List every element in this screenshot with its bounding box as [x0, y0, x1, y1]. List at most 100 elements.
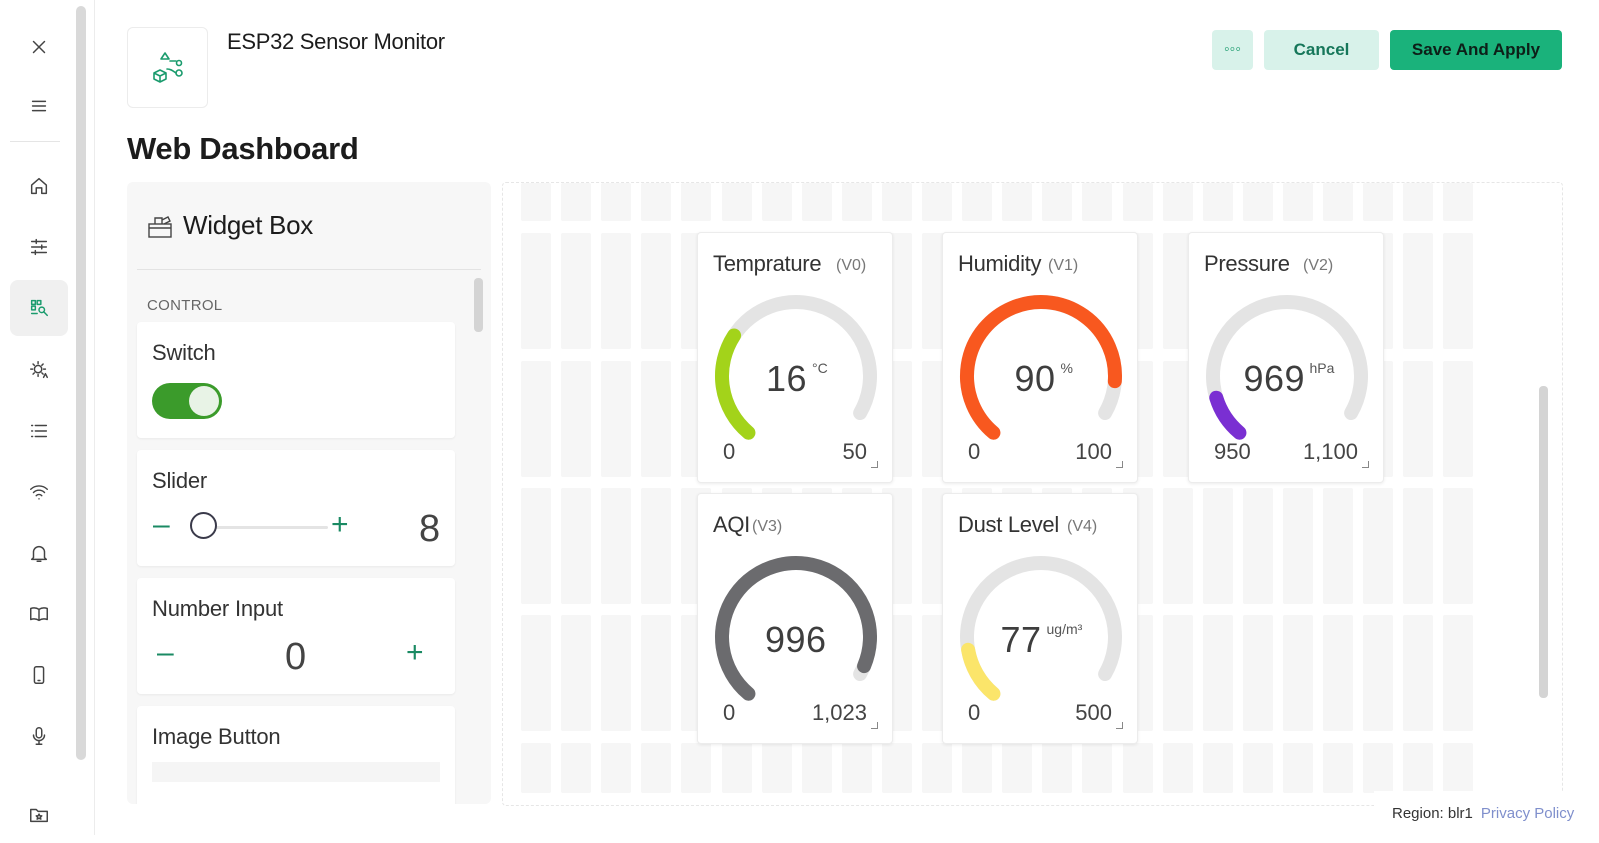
- grid-cell: [601, 488, 632, 604]
- gauge-max-label: 1,100: [1302, 439, 1358, 464]
- gauge-unit: hPa: [1309, 360, 1335, 376]
- slider-handle[interactable]: [190, 512, 217, 539]
- number-value: 0: [285, 636, 307, 678]
- automation-icon: [30, 361, 48, 379]
- grid-cell: [521, 488, 551, 604]
- gauge-widget[interactable]: Dust Level (V4) 77 ug/m³ 0 500: [942, 493, 1138, 744]
- nav-rail: [0, 0, 95, 835]
- grid-cell: [521, 361, 551, 477]
- number-increment-button[interactable]: +: [406, 638, 424, 668]
- gauge-value: 16: [766, 358, 808, 399]
- resize-handle[interactable]: [871, 722, 878, 729]
- nav-voice[interactable]: [10, 708, 68, 764]
- rail-scrollbar[interactable]: [76, 6, 86, 760]
- resize-handle[interactable]: [1362, 461, 1369, 468]
- number-decrement-button[interactable]: –: [157, 638, 174, 668]
- slider-decrement-button[interactable]: –: [153, 510, 170, 540]
- widget-slider[interactable]: Slider – + 8: [137, 450, 455, 566]
- resize-handle[interactable]: [871, 461, 878, 468]
- grid-cell: [1242, 615, 1273, 731]
- gauge-value: 90: [1014, 358, 1056, 399]
- grid-cell: [1323, 743, 1353, 793]
- menu-icon: [31, 100, 47, 112]
- grid-cell: [1042, 743, 1073, 793]
- grid-cell: [721, 743, 752, 793]
- grid-cell: [1443, 233, 1474, 349]
- more-options-button[interactable]: ◦◦◦: [1212, 30, 1253, 70]
- gauge-widget[interactable]: Humidity (V1) 90% 0 100: [942, 232, 1138, 483]
- gauge-widget[interactable]: Pressure (V2) 969 hPa 950 1,100: [1188, 232, 1384, 483]
- grid-cell: [521, 183, 551, 221]
- switch-toggle[interactable]: [152, 383, 222, 419]
- slider-increment-button[interactable]: +: [331, 510, 349, 540]
- grid-cell: [1323, 183, 1353, 221]
- gauge-min-label: 950: [1214, 439, 1251, 464]
- grid-cell: [1282, 183, 1313, 221]
- grid-cell: [962, 743, 993, 793]
- widget-label: Number Input: [152, 596, 283, 621]
- grid-cell: [641, 615, 672, 731]
- grid-cell: [1122, 183, 1153, 221]
- menu-button[interactable]: [10, 78, 68, 134]
- gauge-fill: [1209, 390, 1247, 440]
- grid-cell: [1443, 361, 1474, 477]
- widget-label: Slider: [152, 468, 208, 493]
- grid-cell: [1363, 183, 1394, 221]
- grid-cell: [1202, 488, 1233, 604]
- grid-cell: [841, 743, 872, 793]
- grid-cell: [1162, 488, 1193, 604]
- slider-value: 8: [419, 508, 441, 550]
- gauge-min-label: 0: [968, 700, 981, 725]
- grid-cell: [1443, 488, 1474, 604]
- grid-cell: [881, 743, 912, 793]
- nav-home[interactable]: [10, 158, 68, 214]
- grid-cell: [641, 233, 672, 349]
- resize-handle[interactable]: [1116, 461, 1123, 468]
- gauge-fill: [715, 328, 756, 440]
- mobile-icon: [33, 666, 45, 684]
- nav-docs[interactable]: [10, 586, 68, 642]
- nav-network[interactable]: [10, 464, 68, 520]
- grid-cell: [1162, 615, 1193, 731]
- gauge-min-label: 0: [968, 439, 981, 464]
- gauge-widget[interactable]: AQI (V3) 996 0 1,023: [697, 493, 893, 744]
- grid-cell: [1323, 615, 1353, 731]
- slider-track[interactable]: [204, 526, 328, 529]
- bell-icon: [30, 545, 48, 562]
- widget-switch[interactable]: Switch: [137, 322, 455, 438]
- grid-cell: [681, 183, 712, 221]
- grid-cell: [521, 233, 551, 349]
- gauge-pin: (V1): [1048, 257, 1079, 274]
- gauge-widget[interactable]: Temprature (V0) 16 °C 0 50: [697, 232, 893, 483]
- resize-handle[interactable]: [1116, 722, 1123, 729]
- grid-cell: [1363, 615, 1394, 731]
- widget-box-icon: [148, 215, 172, 238]
- list-icon: [30, 424, 48, 438]
- grid-cell: [1403, 183, 1434, 221]
- nav-dashboard[interactable]: [10, 280, 68, 336]
- grid-cell: [641, 488, 672, 604]
- save-and-apply-button[interactable]: Save And Apply: [1390, 30, 1562, 70]
- privacy-policy-link[interactable]: Privacy Policy: [1481, 805, 1574, 822]
- close-button[interactable]: [10, 19, 68, 75]
- grid-cell: [1242, 743, 1273, 793]
- grid-cell: [561, 743, 592, 793]
- cancel-button[interactable]: Cancel: [1264, 30, 1379, 70]
- nav-controls[interactable]: [10, 219, 68, 275]
- nav-mobile[interactable]: [10, 647, 68, 703]
- gauge-title: Pressure: [1204, 251, 1290, 276]
- gauge-pin: (V4): [1067, 518, 1098, 535]
- nav-notifications[interactable]: [10, 525, 68, 581]
- nav-automation[interactable]: [10, 342, 68, 398]
- gauge-value: 996: [765, 619, 827, 660]
- book-icon: [30, 607, 48, 622]
- gauge-pin: (V3): [752, 518, 783, 535]
- nav-list[interactable]: [10, 403, 68, 459]
- widget-box-scrollbar[interactable]: [474, 278, 483, 332]
- widget-image-button[interactable]: Image Button: [137, 706, 455, 804]
- divider: [137, 269, 481, 270]
- widget-number-input[interactable]: Number Input – 0 +: [137, 578, 455, 694]
- canvas-scrollbar[interactable]: [1539, 386, 1548, 698]
- gauge-pin: (V0): [836, 257, 867, 274]
- grid-cell: [1122, 743, 1153, 793]
